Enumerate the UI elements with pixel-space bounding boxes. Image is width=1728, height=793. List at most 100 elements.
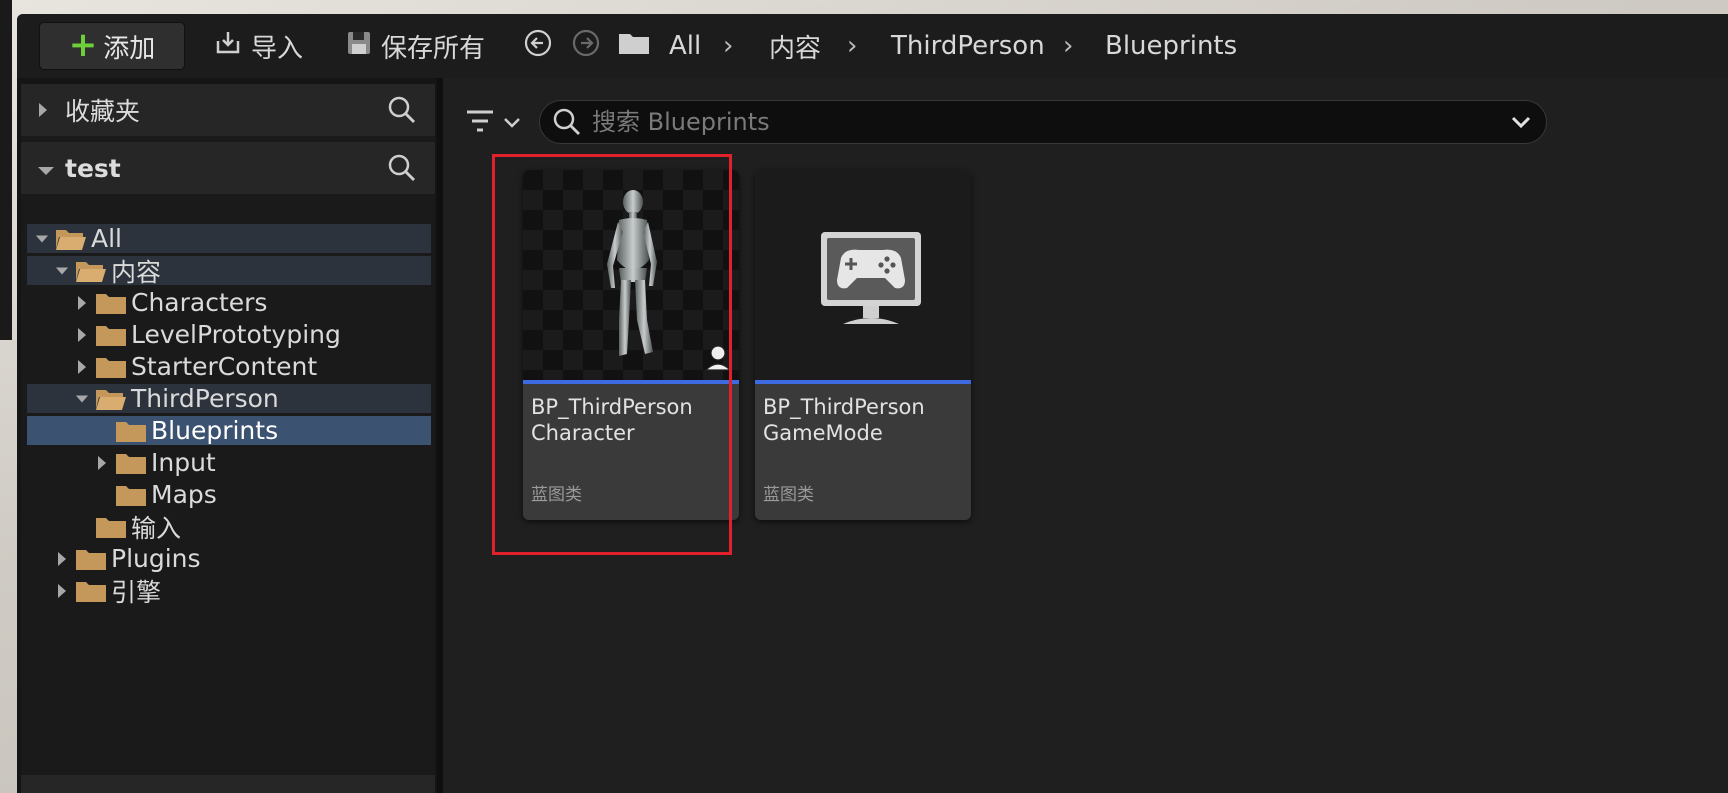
tree-item[interactable]: 输入 bbox=[27, 512, 431, 543]
tree-item-label: Maps bbox=[151, 480, 217, 509]
asset-thumbnail bbox=[523, 170, 739, 380]
favorites-header[interactable]: 收藏夹 bbox=[21, 84, 435, 136]
chevron-right-icon[interactable]: › bbox=[723, 28, 733, 64]
add-button[interactable]: + 添加 bbox=[39, 22, 185, 70]
sources-panel: 收藏夹 test All 内容 Characters LevelPrototyping… bbox=[21, 84, 435, 793]
tree-item[interactable]: Blueprints bbox=[27, 416, 431, 445]
search-icon[interactable] bbox=[387, 95, 417, 131]
breadcrumb-blueprints[interactable]: Blueprints bbox=[1105, 28, 1237, 64]
triangle-down-icon[interactable] bbox=[75, 393, 89, 405]
triangle-right-icon[interactable] bbox=[55, 551, 69, 567]
chevron-right-icon[interactable]: › bbox=[847, 28, 857, 64]
asset-tile-bp-thirdperson-gamemode[interactable]: BP_ThirdPerson GameMode 蓝图类 bbox=[755, 170, 971, 520]
browse-folder-button[interactable] bbox=[617, 28, 651, 64]
gamemode-monitor-icon bbox=[821, 232, 921, 324]
asset-type-bar bbox=[523, 380, 739, 384]
triangle-right-icon[interactable] bbox=[95, 455, 109, 471]
filter-icon bbox=[465, 108, 495, 138]
folder-icon bbox=[95, 515, 127, 539]
triangle-down-icon[interactable] bbox=[37, 154, 54, 183]
tree-item-label: 引擎 bbox=[111, 577, 162, 607]
project-label: test bbox=[65, 153, 121, 183]
tree-item-label: ThirdPerson bbox=[131, 384, 279, 413]
character-badge-icon bbox=[703, 342, 733, 376]
folder-icon bbox=[95, 291, 127, 315]
tree-item-label: Blueprints bbox=[151, 416, 279, 445]
triangle-right-icon[interactable] bbox=[55, 583, 69, 599]
tree-item[interactable]: Plugins bbox=[27, 544, 431, 573]
triangle-right-icon[interactable] bbox=[37, 96, 51, 125]
folder-icon bbox=[115, 419, 147, 443]
history-back-button[interactable] bbox=[523, 28, 553, 64]
triangle-right-icon[interactable] bbox=[75, 327, 89, 343]
folder-icon bbox=[115, 451, 147, 475]
folder-open-icon bbox=[55, 227, 87, 251]
content-browser-window: + 添加 导入 保存所有 All › 内容 › ThirdPerson › Bl… bbox=[17, 14, 1728, 793]
collections-header[interactable] bbox=[21, 775, 435, 793]
breadcrumb-content[interactable]: 内容 bbox=[769, 28, 821, 64]
triangle-down-icon[interactable] bbox=[35, 233, 49, 245]
tree-item-label: 输入 bbox=[131, 513, 182, 543]
asset-name: BP_ThirdPerson Character bbox=[531, 394, 731, 446]
asset-search-input[interactable] bbox=[592, 108, 1452, 136]
tree-item[interactable]: StarterContent bbox=[27, 352, 431, 381]
tree-item-label: 内容 bbox=[111, 257, 162, 287]
tree-item[interactable]: 内容 bbox=[27, 256, 431, 287]
filter-button[interactable] bbox=[465, 108, 521, 138]
tree-item[interactable]: Maps bbox=[27, 480, 431, 509]
search-icon[interactable] bbox=[387, 153, 417, 189]
viewport-edge bbox=[0, 0, 12, 340]
folder-open-icon bbox=[75, 259, 107, 283]
folder-icon bbox=[75, 547, 107, 571]
tree-item-label: LevelPrototyping bbox=[131, 320, 341, 349]
tree-item[interactable]: 引擎 bbox=[27, 576, 431, 607]
import-button[interactable]: 导入 bbox=[213, 28, 303, 64]
project-header[interactable]: test bbox=[21, 142, 435, 194]
tree-item[interactable]: ThirdPerson bbox=[27, 384, 431, 413]
asset-view: BP_ThirdPerson Character 蓝图类 bbox=[443, 78, 1728, 793]
asset-search-box[interactable] bbox=[539, 100, 1547, 144]
breadcrumb-thirdperson[interactable]: ThirdPerson bbox=[891, 28, 1045, 64]
triangle-right-icon[interactable] bbox=[75, 359, 89, 375]
import-label: 导入 bbox=[251, 33, 304, 64]
breadcrumb-all[interactable]: All bbox=[669, 28, 701, 64]
folder-open-icon bbox=[95, 387, 127, 411]
tree-item-label: Plugins bbox=[111, 544, 201, 573]
asset-name-line: BP_ThirdPerson bbox=[531, 395, 693, 419]
folder-icon bbox=[115, 483, 147, 507]
tree-item-label: StarterContent bbox=[131, 352, 318, 381]
search-icon bbox=[552, 107, 582, 137]
tree-item[interactable]: Characters bbox=[27, 288, 431, 317]
tree-item[interactable]: Input bbox=[27, 448, 431, 477]
save-icon bbox=[345, 29, 373, 64]
folder-icon bbox=[95, 323, 127, 347]
triangle-down-icon[interactable] bbox=[55, 265, 69, 277]
arrow-left-circle-icon bbox=[523, 28, 553, 65]
chevron-right-icon[interactable]: › bbox=[1063, 28, 1073, 64]
save-all-label: 保存所有 bbox=[381, 33, 486, 64]
tree-item[interactable]: LevelPrototyping bbox=[27, 320, 431, 349]
folder-icon bbox=[75, 579, 107, 603]
tree-item[interactable]: All bbox=[27, 224, 431, 253]
asset-type-label: 蓝图类 bbox=[763, 485, 814, 505]
folder-icon bbox=[617, 28, 651, 65]
import-icon bbox=[213, 28, 243, 65]
triangle-right-icon[interactable] bbox=[75, 295, 89, 311]
favorites-label: 收藏夹 bbox=[65, 97, 141, 126]
asset-type-bar bbox=[755, 380, 971, 384]
tree-item-label: Input bbox=[151, 448, 216, 477]
chevron-down-icon bbox=[503, 114, 521, 133]
plus-icon: + bbox=[68, 24, 98, 65]
asset-name: BP_ThirdPerson GameMode bbox=[763, 394, 963, 446]
asset-name-line: GameMode bbox=[763, 421, 883, 445]
tree-item-label: All bbox=[91, 224, 122, 253]
save-all-button[interactable]: 保存所有 bbox=[345, 28, 485, 64]
arrow-right-circle-icon bbox=[571, 28, 601, 65]
history-forward-button[interactable] bbox=[571, 28, 601, 64]
asset-thumbnail bbox=[755, 170, 971, 380]
asset-tile-bp-thirdperson-character[interactable]: BP_ThirdPerson Character 蓝图类 bbox=[523, 170, 739, 520]
content-browser-toolbar: + 添加 导入 保存所有 All › 内容 › ThirdPerson › Bl… bbox=[17, 14, 1728, 78]
tree-item-label: Characters bbox=[131, 288, 268, 317]
chevron-down-icon[interactable] bbox=[1510, 111, 1532, 137]
asset-type-label: 蓝图类 bbox=[531, 485, 582, 505]
